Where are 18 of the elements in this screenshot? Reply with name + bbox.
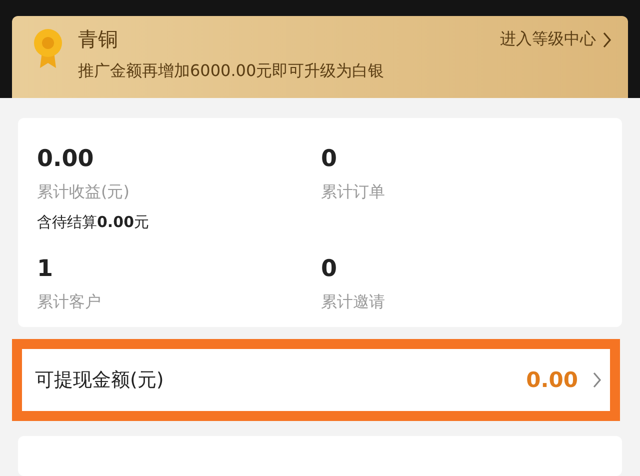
- stat-label: 累计收益(元): [37, 182, 130, 203]
- upgrade-message: 推广金额再增加6000.00元即可升级为白银: [78, 61, 386, 82]
- withdraw-row[interactable]: 可提现金额(元) 0.00: [12, 339, 620, 421]
- medal-icon: [32, 28, 64, 70]
- stat-value: 0: [321, 145, 338, 174]
- level-center-link[interactable]: 进入等级中心: [500, 29, 612, 50]
- chevron-icon: [592, 371, 602, 389]
- level-name: 青铜: [78, 26, 118, 53]
- stat-label: 累计邀请: [321, 292, 386, 313]
- stat-label: 累计订单: [321, 182, 386, 203]
- withdraw-amount: 0.00: [526, 368, 578, 392]
- chevron-icon: [602, 30, 612, 48]
- stat-value: 0: [321, 255, 338, 284]
- stat-value: 1: [37, 255, 54, 284]
- withdraw-label: 可提现金额(元): [35, 368, 165, 393]
- stat-label: 累计客户: [37, 292, 102, 313]
- pending-note: 含待结算0.00元: [37, 213, 150, 232]
- stat-value: 0.00: [37, 145, 95, 174]
